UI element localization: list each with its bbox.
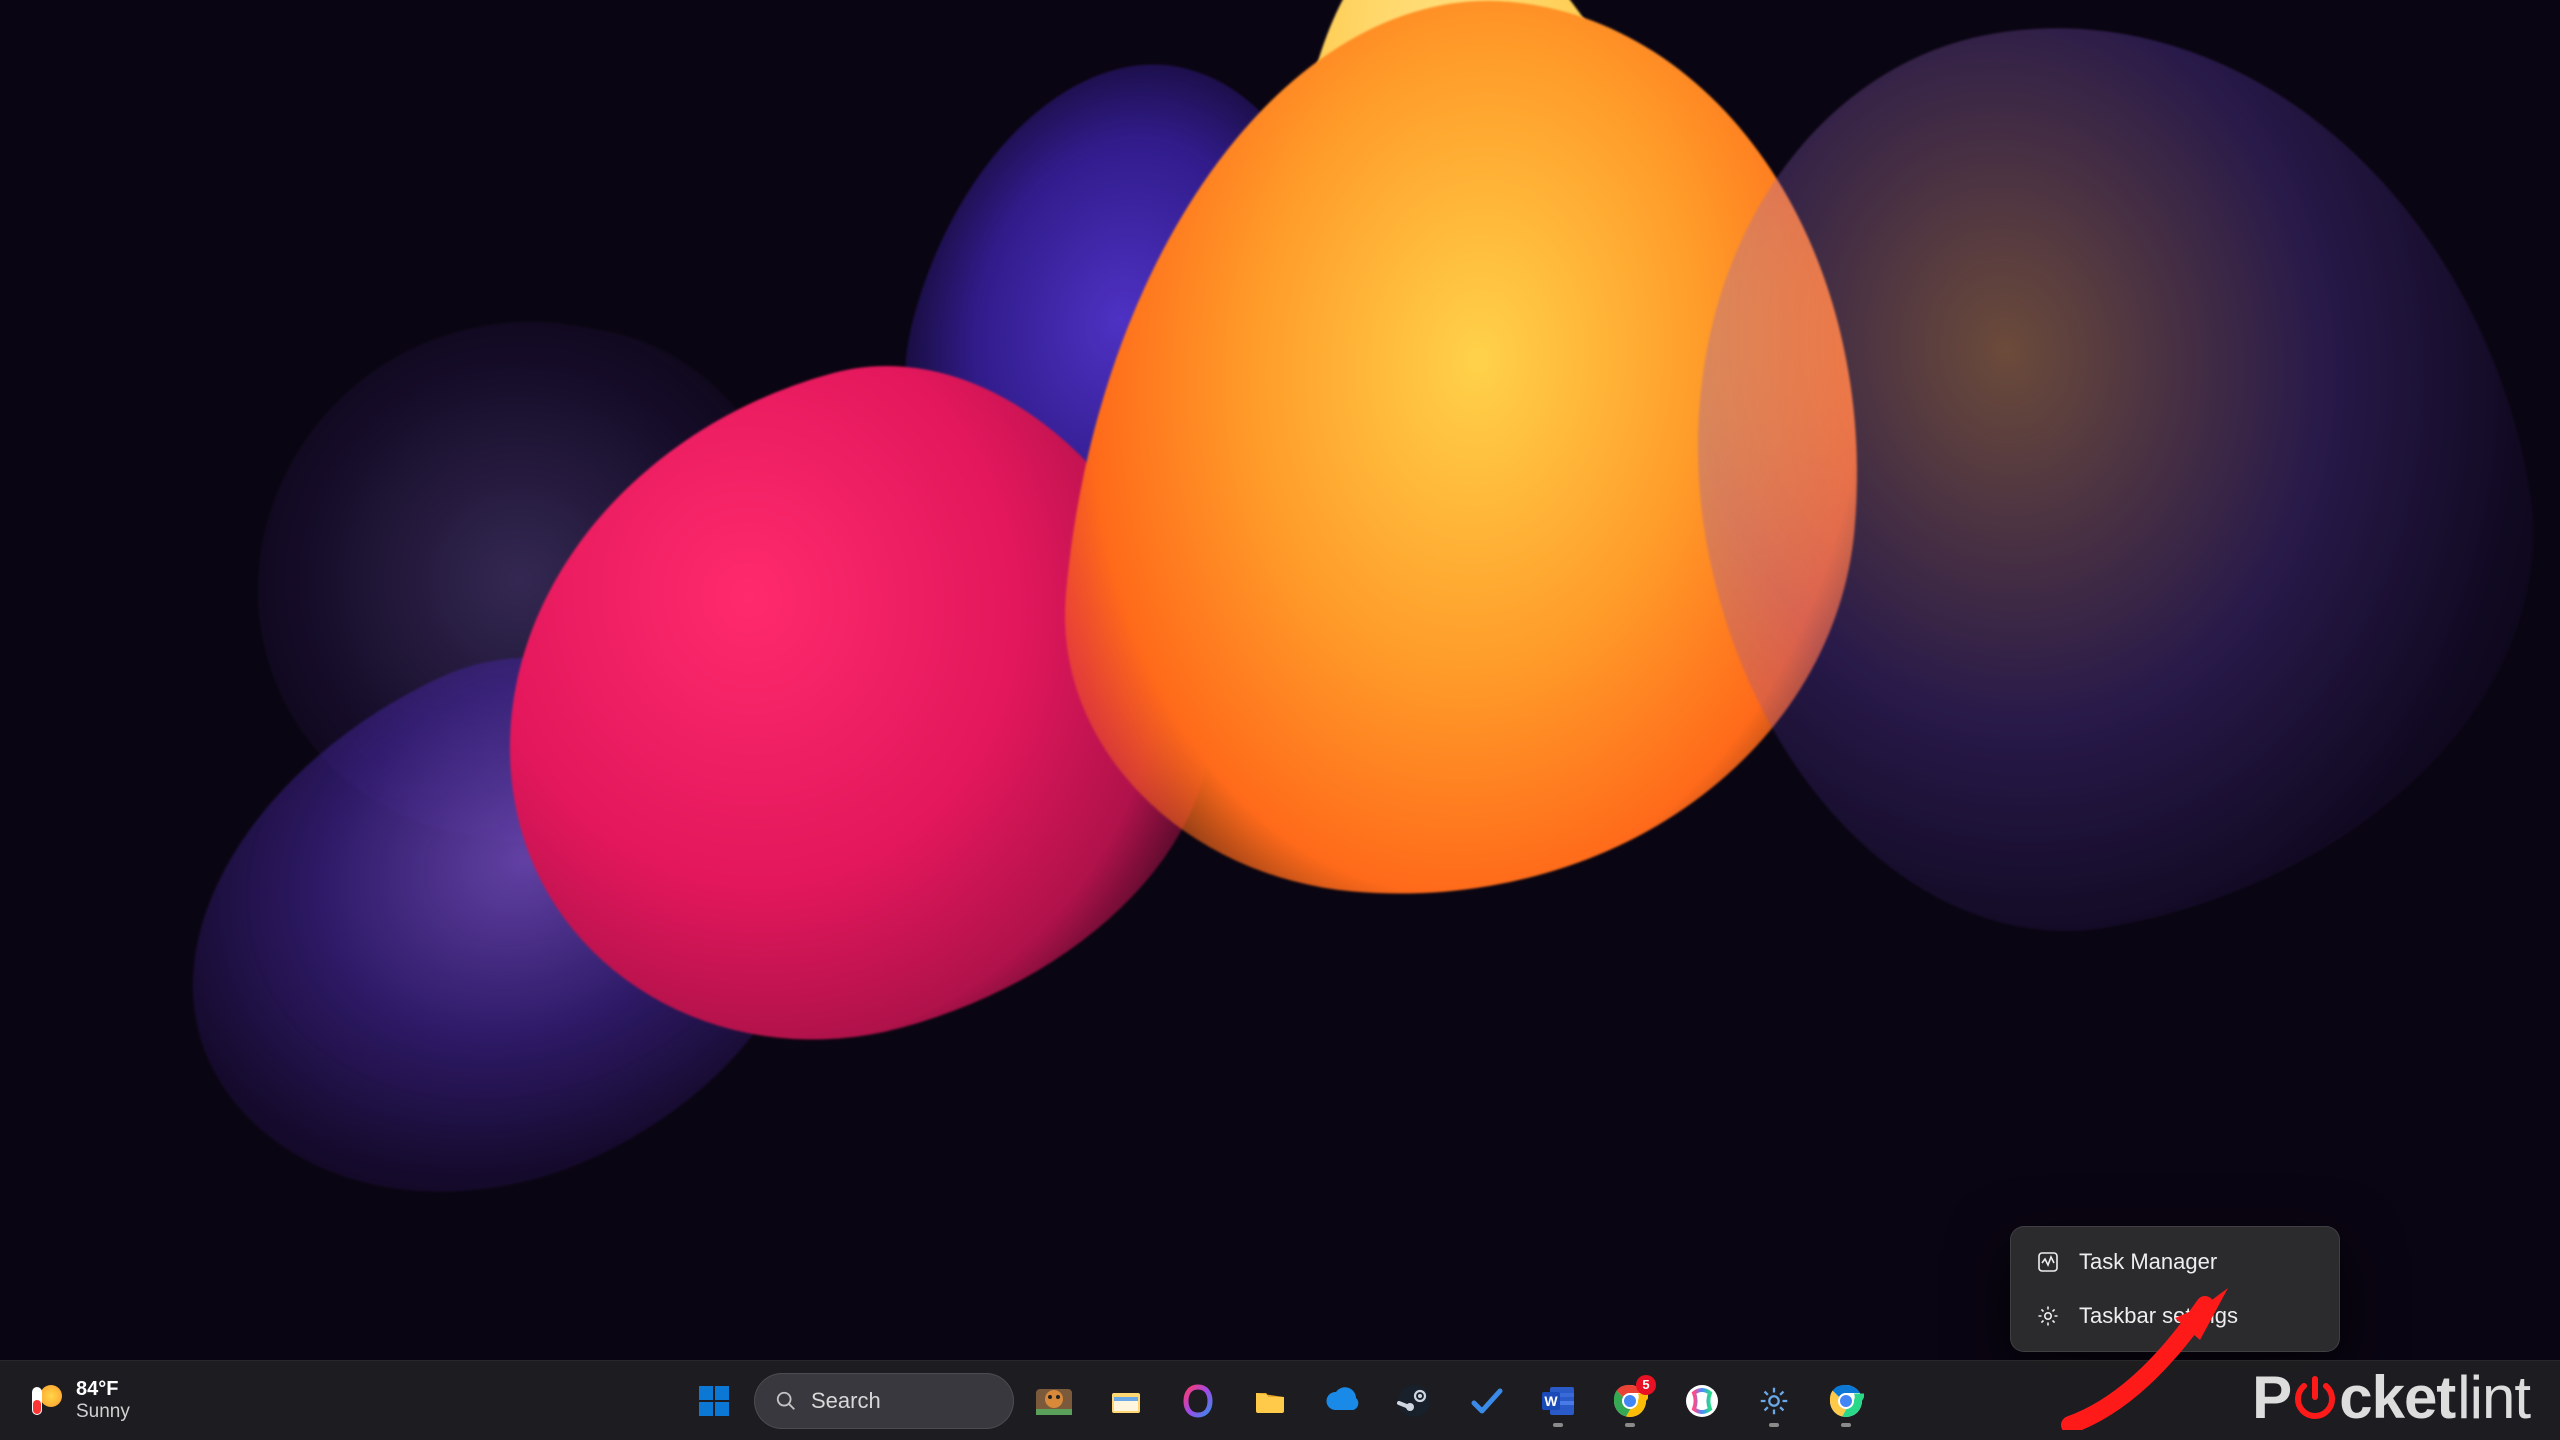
- context-taskbar-settings[interactable]: Taskbar settings: [2019, 1289, 2331, 1343]
- weather-widget[interactable]: 84°F Sunny: [14, 1361, 144, 1440]
- task-view-icon: [1034, 1381, 1074, 1421]
- taskbar-context-menu: Task Manager Taskbar settings: [2010, 1226, 2340, 1352]
- chrome-button[interactable]: 5: [1598, 1369, 1662, 1433]
- folder-open-icon: [1250, 1381, 1290, 1421]
- chrome-canary-button[interactable]: [1814, 1369, 1878, 1433]
- weather-sunny-icon: [28, 1383, 64, 1419]
- steam-button[interactable]: [1382, 1369, 1446, 1433]
- microsoft-365-button[interactable]: [1166, 1369, 1230, 1433]
- context-item-label: Taskbar settings: [2079, 1303, 2238, 1329]
- context-item-label: Task Manager: [2079, 1249, 2217, 1275]
- copilot-icon: [1682, 1381, 1722, 1421]
- start-button[interactable]: [682, 1369, 746, 1433]
- power-icon: [2289, 1372, 2341, 1424]
- check-icon: [1466, 1381, 1506, 1421]
- todo-button[interactable]: [1454, 1369, 1518, 1433]
- taskbar-center: Search: [682, 1361, 1878, 1440]
- cloud-icon: [1322, 1381, 1362, 1421]
- office-icon: [1178, 1381, 1218, 1421]
- settings-button[interactable]: [1742, 1369, 1806, 1433]
- onedrive-button[interactable]: [1310, 1369, 1374, 1433]
- search-box[interactable]: Search: [754, 1373, 1014, 1429]
- word-icon: W: [1538, 1381, 1578, 1421]
- steam-icon: [1394, 1381, 1434, 1421]
- weather-temp: 84°F: [76, 1378, 130, 1401]
- gear-icon: [1754, 1381, 1794, 1421]
- gear-icon: [2035, 1303, 2061, 1329]
- desktop-wallpaper: [0, 0, 2560, 1440]
- search-icon: [775, 1390, 797, 1412]
- chrome-canary-icon: [1826, 1381, 1866, 1421]
- windows-icon: [694, 1381, 734, 1421]
- word-button[interactable]: W: [1526, 1369, 1590, 1433]
- task-view-button[interactable]: [1022, 1369, 1086, 1433]
- copilot-button[interactable]: [1670, 1369, 1734, 1433]
- weather-condition: Sunny: [76, 1401, 130, 1423]
- folder-icon: [1106, 1381, 1146, 1421]
- folder-button[interactable]: [1238, 1369, 1302, 1433]
- search-placeholder: Search: [811, 1388, 881, 1414]
- context-task-manager[interactable]: Task Manager: [2019, 1235, 2331, 1289]
- taskbar: 84°F Sunny Search: [0, 1360, 2560, 1440]
- file-explorer-button[interactable]: [1094, 1369, 1158, 1433]
- activity-icon: [2035, 1249, 2061, 1275]
- watermark-pocket-lint: P cket lint: [2252, 1363, 2530, 1432]
- svg-text:W: W: [1544, 1393, 1558, 1409]
- chrome-badge: 5: [1636, 1375, 1656, 1395]
